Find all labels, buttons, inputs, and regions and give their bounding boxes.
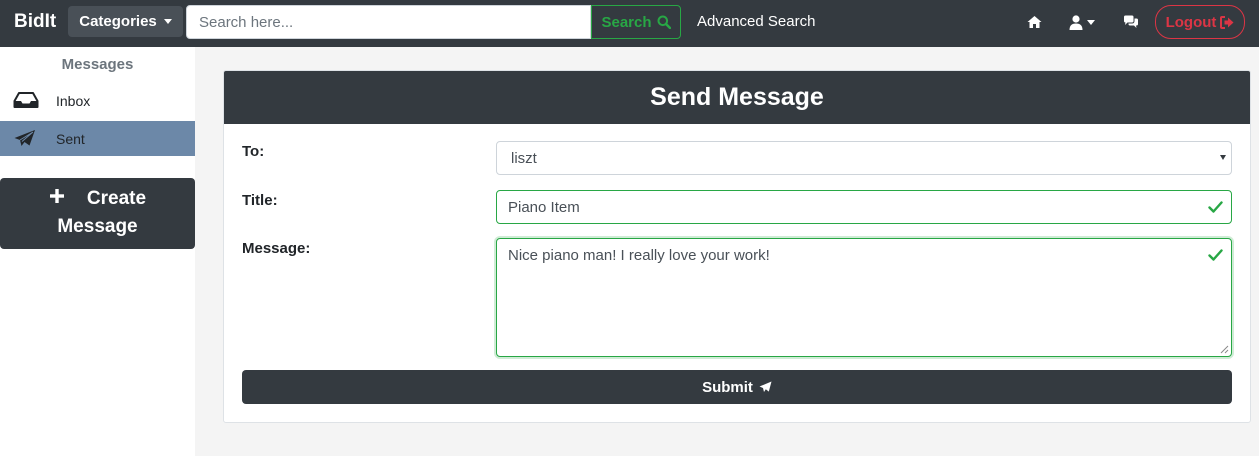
comments-icon xyxy=(1124,15,1138,28)
advanced-search-link[interactable]: Advanced Search xyxy=(697,13,815,30)
check-icon xyxy=(1208,249,1223,261)
recipient-value: liszt xyxy=(511,149,537,167)
search-button[interactable]: Search xyxy=(591,5,681,39)
select-caret-icon xyxy=(1220,155,1226,160)
message-value: Nice piano man! I really love your work! xyxy=(508,247,770,264)
recipient-select[interactable]: liszt xyxy=(496,141,1232,175)
categories-dropdown-button[interactable]: Categories xyxy=(68,6,183,37)
categories-label: Categories xyxy=(79,13,157,30)
title-label: Title: xyxy=(242,192,278,209)
search-icon xyxy=(657,15,671,29)
sidebar-item-label: Inbox xyxy=(56,92,91,109)
sidebar-item-label: Sent xyxy=(56,130,85,147)
sidebar-item-sent[interactable]: Sent xyxy=(0,121,195,156)
home-button[interactable] xyxy=(1027,12,1042,32)
messages-sidebar: Messages Inbox Sent Create Message xyxy=(0,47,195,456)
create-message-label-line2: Message xyxy=(57,216,138,237)
caret-down-icon xyxy=(1087,19,1095,25)
brand-logo[interactable]: BidIt xyxy=(14,11,56,33)
search-input[interactable] xyxy=(186,5,591,39)
caret-down-icon xyxy=(163,19,172,24)
submit-button[interactable]: Submit xyxy=(242,370,1232,404)
create-message-label-line1: Create xyxy=(0,188,195,210)
submit-label: Submit xyxy=(702,378,753,396)
top-navbar: BidIt Categories Search Advanced Search … xyxy=(0,0,1259,47)
card-title: Send Message xyxy=(224,71,1250,124)
resize-handle-icon[interactable] xyxy=(1220,345,1229,354)
plus-icon xyxy=(49,189,64,203)
user-menu-button[interactable] xyxy=(1069,12,1095,32)
sidebar-heading: Messages xyxy=(61,56,134,73)
check-icon xyxy=(1208,201,1223,213)
paper-plane-icon xyxy=(14,130,35,146)
message-label: Message: xyxy=(242,240,311,257)
title-input[interactable]: Piano Item xyxy=(496,190,1232,224)
sidebar-item-inbox[interactable]: Inbox xyxy=(0,83,195,118)
logout-button[interactable]: Logout xyxy=(1155,5,1245,39)
search-button-label: Search xyxy=(601,13,652,31)
title-value: Piano Item xyxy=(508,198,580,216)
to-label: To: xyxy=(242,143,265,160)
create-message-button[interactable]: Create Message xyxy=(0,178,195,249)
home-icon xyxy=(1027,16,1042,28)
user-icon xyxy=(1069,14,1083,30)
create-label: Create xyxy=(86,188,147,209)
logout-label: Logout xyxy=(1165,13,1217,31)
main-content: Send Message To: liszt Title: Piano Item… xyxy=(195,47,1259,456)
message-textarea[interactable]: Nice piano man! I really love your work! xyxy=(496,238,1232,357)
sign-out-icon xyxy=(1220,15,1234,29)
messages-button[interactable] xyxy=(1123,12,1139,32)
send-message-card: Send Message To: liszt Title: Piano Item… xyxy=(223,70,1251,423)
inbox-icon xyxy=(13,92,39,108)
paper-plane-icon xyxy=(759,381,772,392)
